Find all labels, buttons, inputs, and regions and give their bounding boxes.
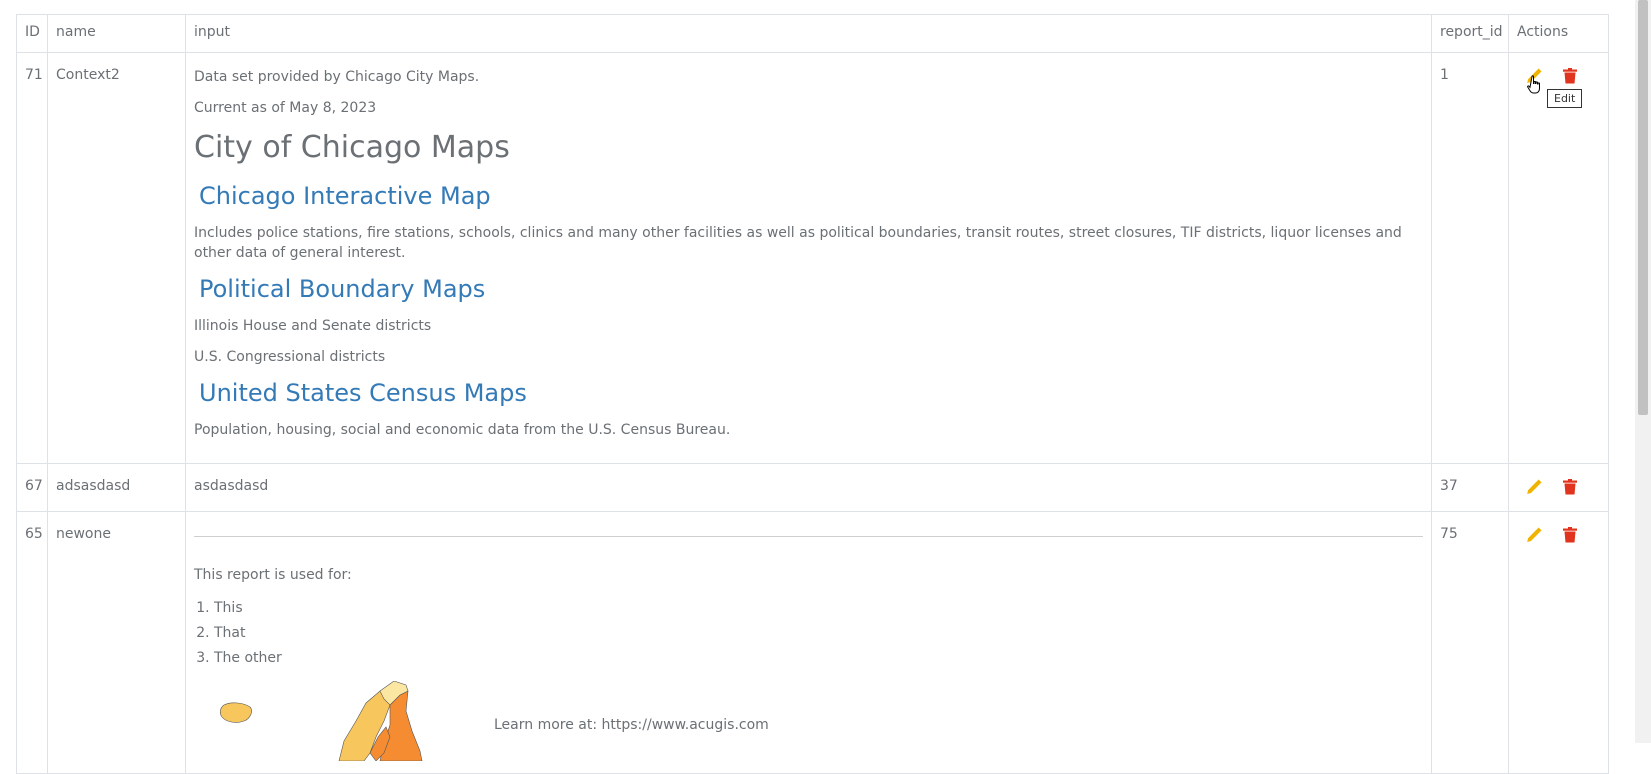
list-item: The other — [214, 646, 1423, 671]
pencil-icon — [1527, 527, 1542, 542]
input-text: Current as of May 8, 2023 — [194, 100, 377, 116]
header-actions: Actions — [1508, 14, 1609, 53]
edit-button[interactable] — [1525, 478, 1545, 498]
list-item: This — [214, 596, 1423, 621]
cell-name: Context2 — [47, 52, 186, 464]
divider — [194, 536, 1423, 537]
delete-button[interactable] — [1563, 526, 1583, 546]
edit-button[interactable] — [1525, 526, 1545, 546]
list-item: That — [214, 621, 1423, 646]
header-report-id[interactable]: report_id — [1431, 14, 1509, 53]
cell-id: 65 — [16, 511, 48, 774]
cell-report-id: 1 — [1431, 52, 1509, 464]
table-row: 67 adsasdasd asdasdasd 37 — [16, 463, 1609, 512]
scrollbar-thumb[interactable] — [1638, 0, 1648, 415]
trash-icon — [1563, 479, 1577, 495]
header-name[interactable]: name — [47, 14, 186, 53]
header-input[interactable]: input — [185, 14, 1432, 53]
trash-icon — [1563, 68, 1577, 84]
cell-input: Data set provided by Chicago City Maps. … — [185, 52, 1432, 464]
cell-name: newone — [47, 511, 186, 774]
political-boundary-maps-link[interactable]: Political Boundary Maps — [199, 274, 1423, 304]
input-text: Includes police stations, fire stations,… — [194, 225, 1402, 261]
table-row: 71 Context2 Data set provided by Chicago… — [16, 52, 1609, 464]
cell-actions: Edit — [1508, 52, 1609, 464]
cell-input: This report is used for: This That The o… — [185, 511, 1432, 774]
records-table: ID name input report_id Actions 71 Conte… — [16, 14, 1609, 774]
learn-more-text: Learn more at: https://www.acugis.com — [494, 717, 769, 733]
input-heading: City of Chicago Maps — [194, 130, 510, 165]
europe-map-image — [219, 681, 423, 761]
cell-actions — [1508, 463, 1609, 512]
cell-report-id: 37 — [1431, 463, 1509, 512]
input-text: Data set provided by Chicago City Maps. — [194, 69, 480, 85]
input-text: U.S. Congressional districts — [194, 349, 386, 365]
cell-input: asdasdasd — [185, 463, 1432, 512]
input-text: This report is used for: — [194, 567, 352, 583]
cell-report-id: 75 — [1431, 511, 1509, 774]
census-maps-link[interactable]: United States Census Maps — [199, 378, 1423, 408]
chicago-interactive-map-link[interactable]: Chicago Interactive Map — [199, 181, 1423, 211]
cell-name: adsasdasd — [47, 463, 186, 512]
cell-id: 67 — [16, 463, 48, 512]
trash-icon — [1563, 527, 1577, 543]
delete-button[interactable] — [1563, 478, 1583, 498]
input-text: Population, housing, social and economic… — [194, 422, 731, 438]
delete-button[interactable] — [1563, 67, 1583, 87]
table-header-row: ID name input report_id Actions — [16, 14, 1609, 53]
records-table-container: ID name input report_id Actions 71 Conte… — [16, 14, 1609, 774]
header-id[interactable]: ID — [16, 14, 48, 53]
table-row: 65 newone This report is used for: This … — [16, 511, 1609, 774]
cell-id: 71 — [16, 52, 48, 464]
pencil-icon — [1527, 479, 1542, 494]
edit-tooltip: Edit — [1547, 89, 1583, 108]
vertical-scrollbar[interactable] — [1635, 0, 1651, 743]
hand-cursor-icon — [1527, 75, 1540, 94]
cell-actions — [1508, 511, 1609, 774]
usage-list: This That The other — [194, 596, 1423, 671]
input-text: Illinois House and Senate districts — [194, 318, 432, 334]
